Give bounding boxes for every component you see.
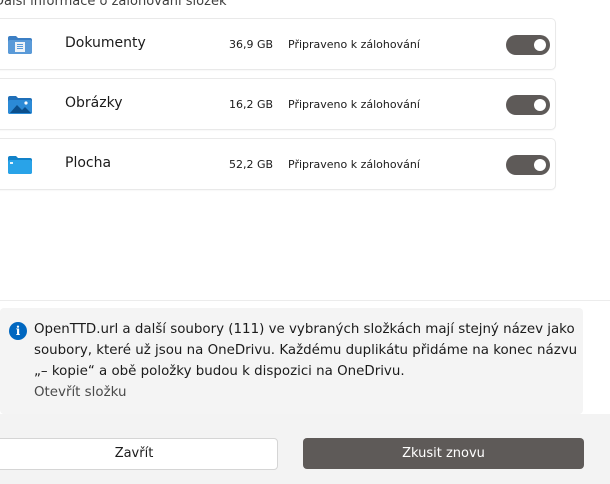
divider [0,300,610,301]
toggle-knob [534,99,546,111]
folder-name: Obrázky [65,95,123,111]
folder-status: Připraveno k zálohování [288,158,420,171]
retry-button[interactable]: Zkusit znovu [303,438,584,469]
desktop-folder-icon [8,156,32,174]
close-button[interactable]: Zavřít [0,438,278,470]
folder-row-desktop: Plocha 52,2 GB Připraveno k zálohování [0,138,556,190]
toggle-knob [534,159,546,171]
folder-size: 16,2 GB [229,98,274,111]
folder-status: Připraveno k zálohování [288,38,420,51]
info-icon: i [9,322,27,340]
pictures-folder-icon [8,96,32,114]
folder-name: Plocha [65,155,112,171]
toggle-knob [534,39,546,51]
dialog-footer: Zavřít Zkusit znovu [0,414,610,484]
info-message: OpenTTD.url a další soubory (111) ve vyb… [34,322,578,379]
open-folder-link[interactable]: Otevřít složku [34,382,126,403]
folder-status: Připraveno k zálohování [288,98,420,111]
folder-name: Dokumenty [65,35,146,51]
folder-row-documents: Dokumenty 36,9 GB Připraveno k zálohován… [0,18,556,70]
duplicate-files-info-panel: i OpenTTD.url a další soubory (111) ve v… [0,308,583,414]
learn-more-link[interactable]: Další informace o zálohování složek [0,0,226,9]
folder-row-pictures: Obrázky 16,2 GB Připraveno k zálohování [0,78,556,130]
backup-toggle-documents[interactable] [506,35,550,55]
folder-size: 52,2 GB [229,158,274,171]
folder-size: 36,9 GB [229,38,274,51]
folder-list: Dokumenty 36,9 GB Připraveno k zálohován… [0,18,556,198]
backup-toggle-pictures[interactable] [506,95,550,115]
documents-folder-icon [8,36,32,54]
backup-toggle-desktop[interactable] [506,155,550,175]
